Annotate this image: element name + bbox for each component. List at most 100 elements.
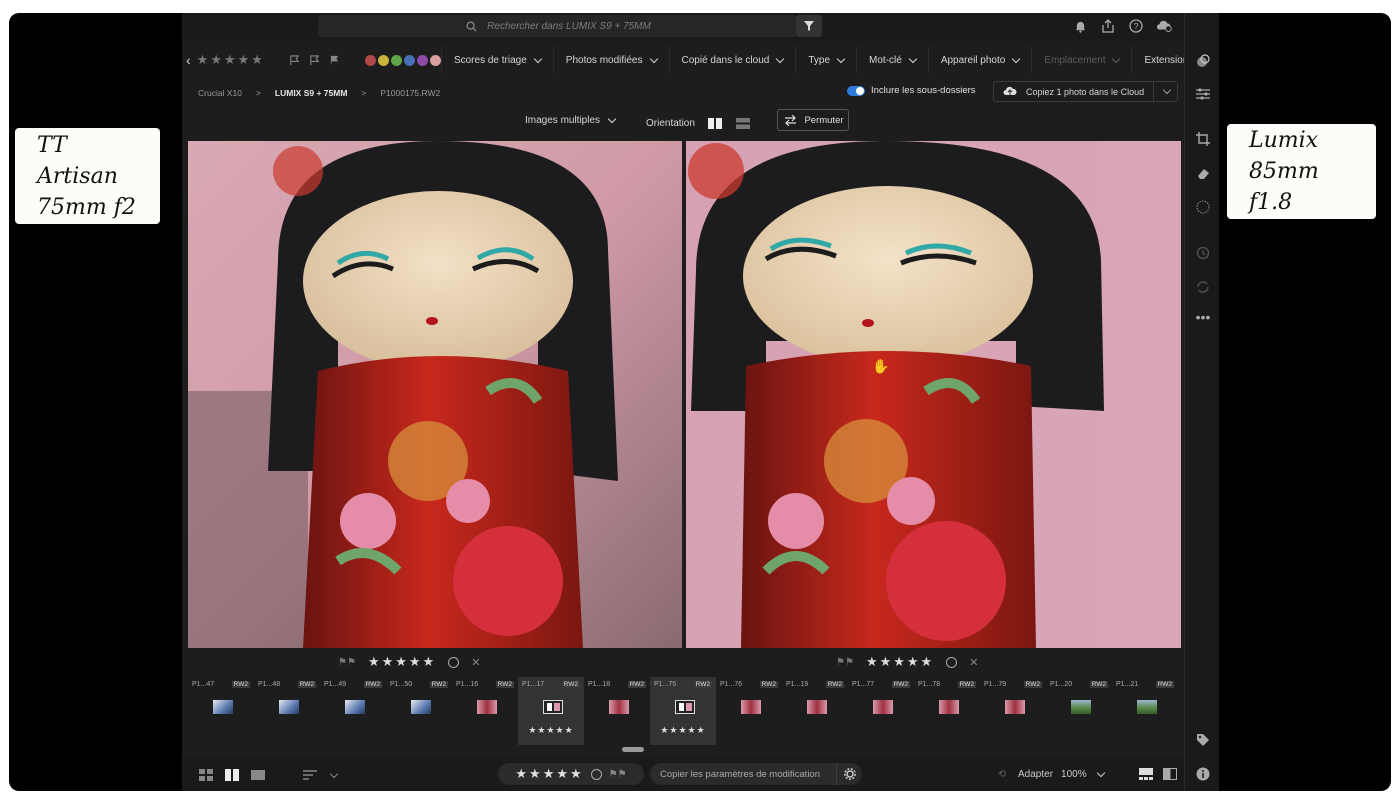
color-label-dot[interactable] [390, 54, 402, 66]
bell-icon[interactable] [1072, 18, 1088, 34]
eraser-icon[interactable] [1195, 165, 1211, 181]
filmstrip-item[interactable]: P1...49 RW2 [320, 677, 386, 745]
bottom-star-rating[interactable]: ★★★★★ [515, 766, 583, 782]
filmstrip-item[interactable]: P1...19 RW2 [782, 677, 848, 745]
flag-rejected-icon[interactable] [327, 52, 343, 68]
masking-icon[interactable] [1195, 199, 1211, 215]
filmstrip-star-rating[interactable]: ★★★★★ [650, 725, 716, 736]
tag-icon[interactable] [1195, 732, 1211, 748]
compare-view-icon[interactable] [224, 767, 240, 783]
filmstrip-item[interactable]: P1...77 RW2 [848, 677, 914, 745]
cloud-sync-icon[interactable] [1156, 18, 1172, 34]
filmstrip-item[interactable]: P1...21 RW2 [1112, 677, 1178, 745]
filter-button[interactable] [796, 15, 822, 37]
breadcrumb-root[interactable]: Crucial X10 [198, 88, 242, 98]
caption-left-line2: 75mm f2 [37, 194, 136, 220]
sync-icon[interactable]: ⟲ [994, 766, 1010, 782]
filmstrip-item[interactable]: P1...78 RW2 [914, 677, 980, 745]
filmstrip-resize-handle[interactable] [622, 747, 644, 752]
search-input[interactable]: Rechercher dans LUMIX S9 + 75MM [318, 15, 796, 37]
copy-settings-label: Copier les paramètres de modification [660, 768, 820, 780]
filmstrip-extension-badge: RW2 [693, 681, 712, 688]
info-icon[interactable] [1195, 766, 1211, 782]
color-label-left[interactable] [448, 656, 460, 668]
gear-icon[interactable] [836, 763, 862, 785]
share-icon[interactable] [1100, 18, 1116, 34]
filmstrip-thumbnail [279, 700, 299, 714]
cloud-copy-button[interactable]: Copiez 1 photo dans le Cloud [993, 81, 1178, 102]
filmstrip-item[interactable]: P1...47 RW2 [188, 677, 254, 745]
filmstrip-item[interactable]: P1...18 RW2 [584, 677, 650, 745]
filter-dropdown[interactable]: Copié dans le cloud [668, 46, 796, 74]
color-label-dot[interactable] [403, 54, 415, 66]
filmstrip-item[interactable]: P1...75 RW2 ★★★★★ [650, 677, 716, 745]
lightroom-window: Rechercher dans LUMIX S9 + 75MM ? ‹ ★★★★… [182, 13, 1219, 791]
flag-icons-left[interactable]: ⚑⚑ [338, 657, 356, 668]
filmstrip-item[interactable]: P1...79 RW2 [980, 677, 1046, 745]
reject-icon-right[interactable]: ✕ [969, 656, 978, 669]
filter-dropdown[interactable]: Type [795, 46, 856, 74]
cloud-copy-dropdown[interactable] [1153, 82, 1177, 101]
filmstrip-star-rating[interactable]: ★★★★★ [518, 725, 584, 736]
filmstrip-item[interactable]: P1...76 RW2 [716, 677, 782, 745]
color-label-filter[interactable] [364, 54, 441, 66]
history-icon[interactable] [1195, 245, 1211, 261]
stacked-icon[interactable] [735, 115, 751, 131]
subfolders-toggle[interactable] [847, 85, 865, 96]
color-label-dot[interactable] [377, 54, 389, 66]
multi-image-dropdown[interactable]: Images multiples [525, 114, 617, 126]
chevron-down-icon[interactable] [1096, 768, 1105, 777]
color-label-dot[interactable] [416, 54, 428, 66]
bottom-color-label[interactable] [590, 768, 602, 780]
filter-dropdown[interactable]: Emplacement [1031, 46, 1131, 74]
star-rating-left[interactable]: ★★★★★ [368, 654, 436, 670]
filmstrip-thumbnail [939, 700, 959, 714]
sort-icon[interactable] [302, 767, 318, 783]
filmstrip-filename: P1...21 [1116, 681, 1139, 688]
edit-icon[interactable] [1195, 53, 1211, 69]
crop-icon[interactable] [1195, 131, 1211, 147]
subfolders-label: Inclure les sous-dossiers [871, 85, 976, 96]
color-label-right[interactable] [946, 656, 958, 668]
filmstrip-toggle-icon[interactable] [1138, 766, 1154, 782]
chevron-down-icon[interactable] [329, 769, 339, 778]
versions-icon[interactable] [1195, 279, 1211, 295]
filter-dropdown-label: Emplacement [1044, 54, 1106, 66]
filter-dropdown[interactable]: Appareil photo [927, 46, 1032, 74]
filter-dropdown[interactable]: Photos modifiées [552, 46, 669, 74]
filmstrip-item[interactable]: P1...48 RW2 [254, 677, 320, 745]
back-chevron-icon[interactable]: ‹ [186, 52, 191, 68]
flag-icons-right[interactable]: ⚑⚑ [836, 657, 854, 668]
copy-settings-button[interactable]: Copier les paramètres de modification [650, 763, 862, 785]
reject-icon-left[interactable]: ✕ [471, 656, 480, 669]
breadcrumb-folder[interactable]: LUMIX S9 + 75MM [275, 88, 348, 98]
filmstrip-item[interactable]: P1...50 RW2 [386, 677, 452, 745]
filter-dropdown[interactable]: Mot-clé [856, 46, 928, 74]
flag-unflagged-icon[interactable] [307, 52, 323, 68]
fit-label[interactable]: Adapter [1018, 769, 1053, 780]
compare-photo-left[interactable] [188, 141, 682, 648]
zoom-level[interactable]: 100% [1061, 769, 1087, 780]
include-subfolders[interactable]: Inclure les sous-dossiers [847, 85, 976, 96]
detail-view-icon[interactable] [250, 767, 266, 783]
flag-picked-icon[interactable] [287, 52, 303, 68]
filmstrip-extension-badge: RW2 [1089, 681, 1108, 688]
color-label-dot[interactable] [364, 54, 376, 66]
help-icon[interactable]: ? [1128, 18, 1144, 34]
filter-dropdown[interactable]: Scores de triage [440, 46, 553, 74]
filmstrip-item[interactable]: P1...17 RW2 ★★★★★ [518, 677, 584, 745]
filmstrip-item[interactable]: P1...20 RW2 [1046, 677, 1112, 745]
bottom-flag-icons[interactable]: ⚑⚑ [609, 769, 627, 780]
swap-button[interactable]: Permuter [777, 109, 849, 131]
compare-photo-right[interactable]: ✋ [686, 141, 1181, 648]
star-filter[interactable]: ★★★★★ [197, 52, 265, 68]
filmstrip-item[interactable]: P1...16 RW2 [452, 677, 518, 745]
before-after-icon[interactable] [1162, 766, 1178, 782]
color-label-dot[interactable] [429, 54, 441, 66]
sliders-icon[interactable] [1195, 86, 1211, 102]
more-icon[interactable]: ••• [1195, 309, 1211, 325]
star-rating-right[interactable]: ★★★★★ [866, 654, 934, 670]
filmstrip-filename: P1...49 [324, 681, 347, 688]
grid-view-icon[interactable] [198, 767, 214, 783]
side-by-side-icon[interactable] [707, 115, 723, 131]
